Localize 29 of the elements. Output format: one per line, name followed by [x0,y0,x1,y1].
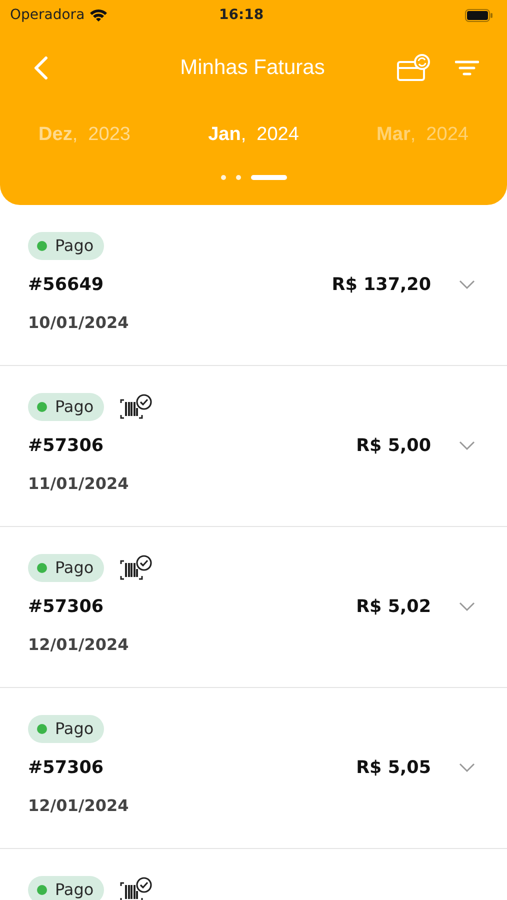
invoice-amount: R$ 137,20 [332,274,431,297]
invoice-date: 11/01/2024 [28,474,129,494]
invoice-date: 10/01/2024 [28,313,129,332]
battery-icon [465,8,493,22]
invoice-number: #57306 [28,757,105,780]
invoice-date: 12/01/2024 [28,796,129,816]
month-tab[interactable]: Mar, 2024 [372,120,472,150]
chevron-down-icon[interactable] [459,441,475,452]
chevron-down-icon[interactable] [459,602,475,612]
invoice-date: 12/01/2024 [28,635,129,654]
clock-time: 16:18 [218,6,265,24]
month-tab[interactable]: Jan, 2024 [204,120,303,150]
page-title: Minhas Faturas [180,56,325,80]
invoice-number: #57306 [28,596,105,619]
month-tab[interactable]: Dez, 2023 [34,120,134,150]
carrier-label: Operadora [10,6,85,24]
invoice-amount: R$ 5,02 [356,596,431,619]
status-badge: Pago [28,715,104,743]
invoice-number: #57306 [28,435,105,458]
invoice-number: #56649 [28,274,105,297]
status-badge: Pago [28,393,104,421]
invoice-amount: R$ 5,05 [356,757,431,780]
chevron-down-icon[interactable] [459,280,475,290]
wifi-icon [88,8,108,22]
status-badge: Pago [28,876,104,900]
status-badge: Pago [28,232,104,260]
invoice-amount: R$ 5,00 [356,435,431,458]
status-badge: Pago [28,554,104,582]
chevron-down-icon[interactable] [459,763,475,774]
